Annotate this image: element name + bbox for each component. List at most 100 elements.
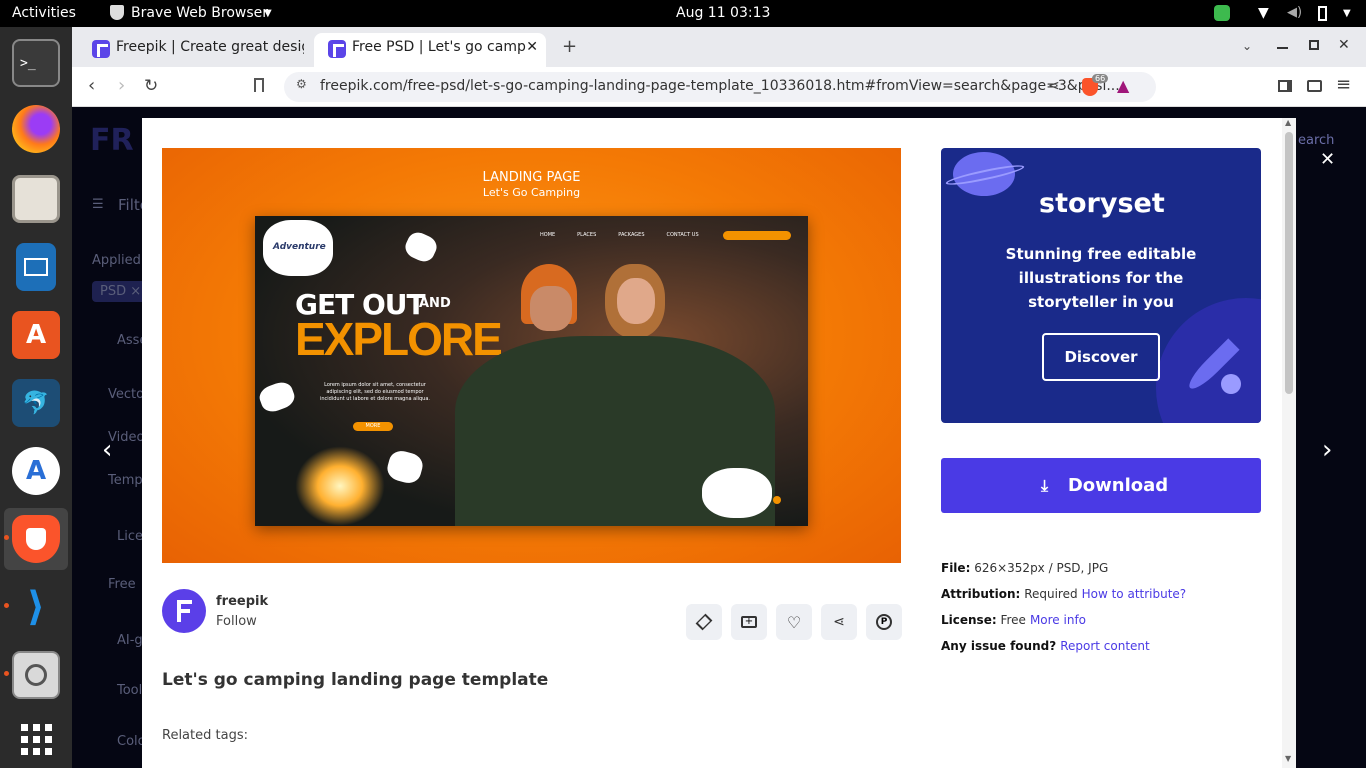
brave-app-icon <box>110 5 124 20</box>
battery-icon[interactable] <box>1318 6 1327 21</box>
follow-button[interactable]: Follow <box>216 614 257 629</box>
file-label: File: <box>941 561 971 575</box>
mock-search-bar <box>723 231 791 240</box>
new-tab-icon[interactable]: + <box>562 36 577 57</box>
license-info: License: Free More info <box>941 613 1086 627</box>
modal-scrollbar[interactable]: ▲ ▼ <box>1282 118 1296 768</box>
license-value: Free <box>1000 613 1026 627</box>
running-indicator <box>4 671 9 676</box>
filter-icon[interactable]: ☰ <box>92 197 104 212</box>
storyset-logo: storyset <box>1039 188 1165 219</box>
layers-button[interactable] <box>686 604 722 640</box>
mock-logo-badge: Adventure <box>263 220 333 276</box>
scroll-up-icon[interactable]: ▲ <box>1285 118 1291 127</box>
mock-campfire <box>295 446 385 526</box>
app-menu[interactable]: Brave Web Browser <box>131 5 268 21</box>
layers-icon <box>695 613 713 631</box>
clock[interactable]: Aug 11 03:13 <box>676 5 770 21</box>
wallet-icon[interactable] <box>1307 80 1322 92</box>
mysql-workbench-icon[interactable]: 🐬 <box>12 379 60 427</box>
attribution-value: Required <box>1024 587 1078 601</box>
download-button[interactable]: ⤓ Download <box>941 458 1261 513</box>
author-name[interactable]: freepik <box>216 594 268 609</box>
app-installer-icon[interactable]: A <box>12 447 60 495</box>
psd-filter-chip[interactable]: PSD × <box>92 281 150 302</box>
freepik-logo[interactable]: FR <box>90 123 134 158</box>
mock-nav-places: PLACES <box>577 232 597 238</box>
tools-label: Tool <box>117 683 143 698</box>
files-icon[interactable] <box>12 175 60 223</box>
site-info-icon[interactable]: ⚙ <box>296 77 307 91</box>
heart-icon: ♡ <box>786 612 802 632</box>
asset-modal: LANDING PAGE Let's Go Camping HOME PLACE… <box>142 118 1296 768</box>
menu-icon[interactable]: ≡ <box>1336 74 1351 95</box>
app-menu-arrow-icon[interactable]: ▼ <box>264 8 272 19</box>
scrollbar-thumb[interactable] <box>1285 132 1293 394</box>
minimize-icon[interactable] <box>1277 47 1288 49</box>
previous-arrow-icon[interactable]: ‹ <box>102 435 112 465</box>
pinterest-button[interactable]: P <box>866 604 902 640</box>
scroll-down-icon[interactable]: ▼ <box>1285 754 1291 763</box>
related-tags-label: Related tags: <box>162 728 248 743</box>
back-icon[interactable]: ‹ <box>88 75 95 96</box>
discover-button[interactable]: Discover <box>1042 333 1160 381</box>
pinterest-icon: P <box>876 614 892 630</box>
tab-freepik-home[interactable]: Freepik | Create great desig <box>78 33 304 67</box>
running-indicator <box>4 535 9 540</box>
activities-button[interactable]: Activities <box>12 5 76 21</box>
like-button[interactable]: ♡ <box>776 604 812 640</box>
ad-text: Stunning free editable illustrations for… <box>1005 245 1197 311</box>
writer-icon[interactable] <box>16 243 56 291</box>
template-option[interactable]: Temp <box>108 473 143 488</box>
file-info: File: 626×352px / PSD, JPG <box>941 561 1108 575</box>
mock-nav-home: HOME <box>540 232 556 238</box>
free-option[interactable]: Free <box>108 577 136 592</box>
ad-moon-icon <box>1221 374 1241 394</box>
video-option[interactable]: Video <box>108 430 144 445</box>
search-button[interactable]: earch <box>1298 133 1334 148</box>
storyset-ad[interactable]: storyset Stunning free editable illustra… <box>941 148 1261 423</box>
add-to-collection-button[interactable]: + <box>731 604 767 640</box>
share-icon[interactable]: ⋖ <box>1048 78 1060 94</box>
address-bar[interactable]: ⚙ freepik.com/free-psd/let-s-go-camping-… <box>284 72 1156 102</box>
reload-icon[interactable]: ↻ <box>144 76 158 96</box>
download-icon: ⤓ <box>1041 476 1049 495</box>
how-to-attribute-link[interactable]: How to attribute? <box>1082 587 1187 601</box>
firefox-icon[interactable] <box>12 105 60 153</box>
close-modal-icon[interactable]: ✕ <box>1320 149 1335 170</box>
issue-info: Any issue found? Report content <box>941 639 1150 653</box>
system-menu-arrow-icon[interactable]: ▼ <box>1343 8 1351 19</box>
next-arrow-icon[interactable]: › <box>1322 435 1332 465</box>
search-tool-icon[interactable] <box>12 651 60 699</box>
report-content-link[interactable]: Report content <box>1060 639 1150 653</box>
share-button[interactable]: ⋖ <box>821 604 857 640</box>
wifi-icon[interactable]: ▼ <box>1258 5 1269 21</box>
tab-search-chevron-icon[interactable]: ⌄ <box>1242 39 1252 53</box>
volume-icon[interactable]: ◀) <box>1287 5 1302 20</box>
more-info-link[interactable]: More info <box>1030 613 1086 627</box>
sidebar-toggle-icon[interactable] <box>1278 80 1292 92</box>
mock-headline-2: EXPLORE <box>295 313 503 365</box>
file-value: 626×352px / PSD, JPG <box>974 561 1109 575</box>
show-apps-icon[interactable] <box>12 715 60 763</box>
vscode-icon[interactable]: ⟩ <box>12 583 60 631</box>
mock-man-face <box>530 286 572 331</box>
terminal-icon[interactable]: >_ <box>12 39 60 87</box>
brave-icon[interactable] <box>12 515 60 563</box>
update-icon[interactable] <box>1214 5 1230 21</box>
software-center-icon[interactable]: A <box>12 311 60 359</box>
preview-image[interactable]: LANDING PAGE Let's Go Camping HOME PLACE… <box>162 148 901 563</box>
vector-option[interactable]: Vecto <box>108 387 144 402</box>
bookmark-icon[interactable] <box>254 78 264 92</box>
mock-logo-text: Adventure <box>273 242 326 252</box>
maximize-icon[interactable] <box>1309 40 1319 50</box>
mock-nav-packages: PACKAGES <box>618 232 645 238</box>
forward-icon[interactable]: › <box>118 75 125 96</box>
toolbar: ‹ › ↻ ⚙ freepik.com/free-psd/let-s-go-ca… <box>72 67 1366 107</box>
brave-rewards-icon[interactable]: ▲ <box>1117 76 1129 95</box>
author-avatar[interactable] <box>162 589 206 633</box>
tab-label: Free PSD | Let's go camp <box>352 39 526 55</box>
close-window-icon[interactable]: ✕ <box>1338 37 1350 53</box>
close-tab-icon[interactable]: ✕ <box>526 39 538 55</box>
tab-free-psd[interactable]: Free PSD | Let's go camp ✕ <box>314 33 546 67</box>
